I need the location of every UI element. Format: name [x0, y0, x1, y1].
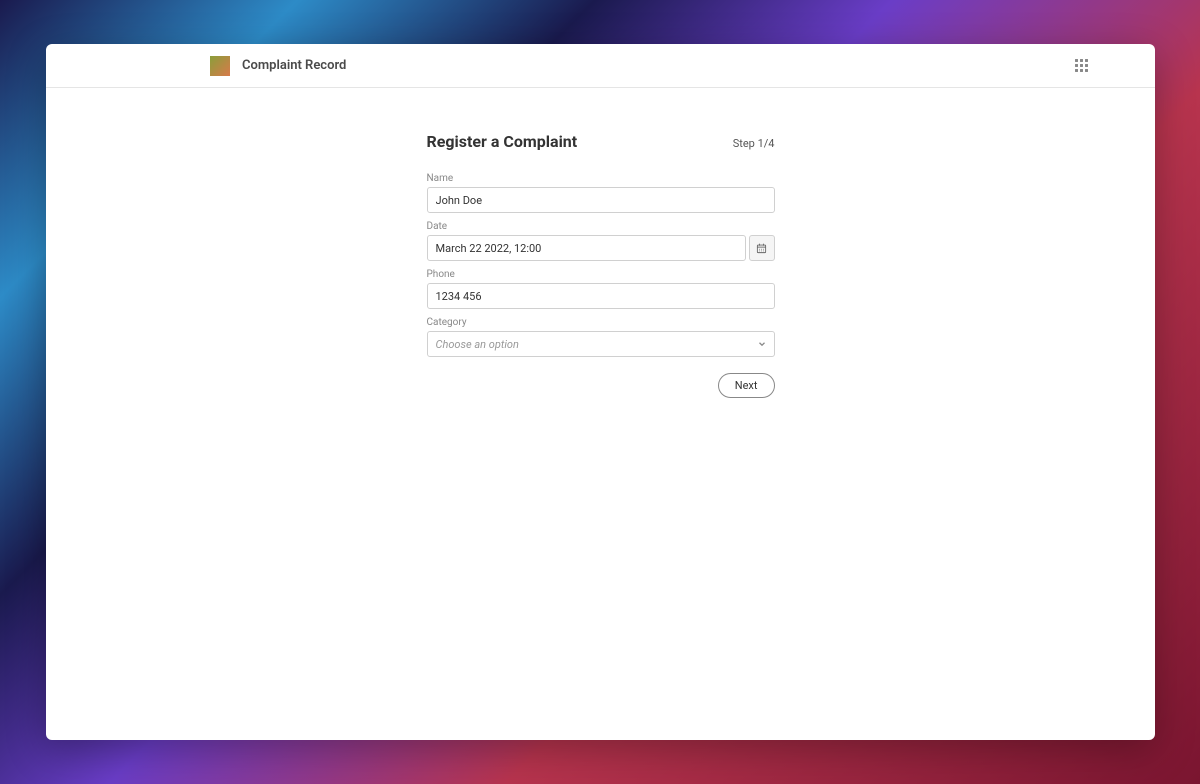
phone-field-group: Phone [427, 269, 775, 309]
content-area: Register a Complaint Step 1/4 Name Date [46, 88, 1155, 398]
form-actions: Next [427, 373, 775, 398]
next-button[interactable]: Next [718, 373, 775, 398]
category-select[interactable]: Choose an option [427, 331, 775, 357]
phone-label: Phone [427, 269, 775, 280]
app-logo [210, 56, 230, 76]
date-input-wrapper [427, 235, 775, 261]
step-indicator: Step 1/4 [733, 137, 775, 150]
phone-input[interactable] [427, 283, 775, 309]
header-left: Complaint Record [210, 56, 346, 76]
calendar-icon [756, 243, 767, 254]
complaint-form: Register a Complaint Step 1/4 Name Date [427, 132, 775, 398]
apps-grid-icon[interactable] [1075, 59, 1088, 72]
name-field-group: Name [427, 173, 775, 213]
name-label: Name [427, 173, 775, 184]
app-header: Complaint Record [46, 44, 1155, 88]
date-label: Date [427, 221, 775, 232]
app-title: Complaint Record [242, 58, 346, 73]
date-field-group: Date [427, 221, 775, 261]
category-label: Category [427, 317, 775, 328]
form-title: Register a Complaint [427, 132, 578, 151]
category-select-wrapper: Choose an option [427, 331, 775, 357]
date-input[interactable] [427, 235, 746, 261]
name-input[interactable] [427, 187, 775, 213]
app-window: Complaint Record Register a Complaint St… [46, 44, 1155, 740]
form-header: Register a Complaint Step 1/4 [427, 132, 775, 151]
category-field-group: Category Choose an option [427, 317, 775, 357]
calendar-button[interactable] [749, 235, 775, 261]
